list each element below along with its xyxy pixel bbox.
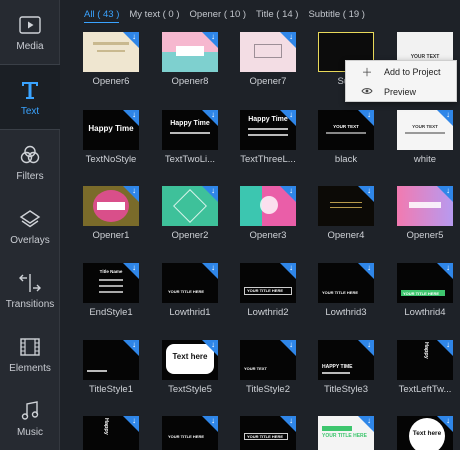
template-card[interactable]: ↓ Opener6 [83,32,139,88]
download-icon: ↓ [211,416,215,425]
template-label: Opener7 [249,76,287,87]
template-label: TextStyle5 [168,384,212,395]
add-to-project-menu-item[interactable]: ＋ Add to Project [346,62,458,82]
download-icon: ↓ [211,32,215,41]
template-card[interactable]: YOUR TITLE HERE ↓ Lowthrid3 [318,263,374,319]
download-icon: ↓ [367,186,371,195]
template-label: Opener1 [92,230,130,241]
template-label: Opener2 [171,230,209,241]
thumbnail-text: YOUR TITLE HERE [247,288,284,293]
download-icon: ↓ [289,32,293,41]
template-label: TextThreeL... [240,154,296,165]
thumbnail-text: Happy [103,418,109,435]
menu-item-label: Preview [384,87,417,97]
thumbnail-text: YOUR TITLE HERE [322,290,359,295]
template-card[interactable]: YOUR TEXT ↓ TitleStyle2 [240,340,296,396]
template-card[interactable]: ↓ Opener8 [162,32,218,88]
download-icon: ↓ [289,416,293,425]
template-card[interactable]: Happy ↓ TextLeftTw... [397,340,453,396]
template-label: Opener5 [406,230,444,241]
download-icon: ↓ [132,186,136,195]
download-icon: ↓ [367,416,371,425]
template-card[interactable]: Title Name ↓ EndStyle1 [83,263,139,319]
thumbnail-text: YOUR TITLE HERE [168,434,205,439]
download-icon: ↓ [211,340,215,349]
template-label: Lowthrid3 [325,307,367,318]
template-card[interactable]: Text here ↓ TextStyle5 [162,340,218,396]
download-icon: ↓ [132,416,136,425]
template-card[interactable]: ↓ Opener4 [318,186,374,242]
template-card[interactable]: YOUR TEXT ↓ black [318,110,374,166]
download-icon: ↓ [211,263,215,272]
download-icon: ↓ [132,110,136,119]
menu-item-label: Add to Project [384,67,441,77]
download-icon: ↓ [446,263,450,272]
template-card[interactable]: ↓ TitleStyle1 [83,340,139,396]
template-label: TextNoStyle [85,154,137,165]
download-icon: ↓ [289,340,293,349]
download-icon: ↓ [446,186,450,195]
template-card[interactable]: Happy ↓ [83,416,139,450]
template-label: TextTwoLi... [164,154,216,165]
template-card[interactable]: Happy Time ↓ TextThreeL... [240,110,296,166]
download-icon: ↓ [132,263,136,272]
template-card[interactable]: HAPPY TIME ↓ TitleStyle3 [318,340,374,396]
template-label: TitleStyle3 [324,384,368,395]
context-menu: ＋ Add to Project Preview [345,60,457,102]
eye-icon [360,86,374,98]
download-icon: ↓ [289,186,293,195]
template-label: TextLeftTw... [398,384,452,395]
template-label: Opener8 [171,76,209,87]
download-icon: ↓ [132,340,136,349]
download-icon: ↓ [446,340,450,349]
template-label: Lowthrid4 [404,307,446,318]
template-label: Lowthrid1 [169,307,211,318]
template-card[interactable]: Happy Time ↓ TextNoStyle [83,110,139,166]
template-label: Opener3 [249,230,287,241]
download-icon: ↓ [446,416,450,425]
thumbnail-text: Happy [423,342,429,359]
thumbnail-text: YOUR TITLE HERE [168,289,205,294]
template-card[interactable]: ↓ Opener5 [397,186,453,242]
thumbnail-text: YOUR TITLE HERE [403,291,440,296]
template-card[interactable]: YOUR TITLE HERE ↓ [240,416,296,450]
template-label: Opener6 [92,76,130,87]
download-icon: ↓ [132,32,136,41]
thumbnail-text: YOUR TEXT [244,366,267,371]
template-card[interactable]: ↓ Opener7 [240,32,296,88]
template-card[interactable]: YOUR TITLE HERE ↓ [318,416,374,450]
download-icon: ↓ [367,110,371,119]
template-label: TitleStyle2 [246,384,290,395]
template-card[interactable]: YOUR TITLE HERE ↓ [162,416,218,450]
download-icon: ↓ [367,263,371,272]
template-card[interactable]: ↓ Opener2 [162,186,218,242]
template-card[interactable]: YOUR TITLE HERE ↓ Lowthrid4 [397,263,453,319]
template-card[interactable]: Text here ↓ [397,416,453,450]
preview-menu-item[interactable]: Preview [346,82,458,102]
template-card[interactable]: Happy Time ↓ TextTwoLi... [162,110,218,166]
download-icon: ↓ [289,263,293,272]
template-label: black [334,154,358,165]
download-icon: ↓ [211,186,215,195]
template-label: Opener4 [327,230,365,241]
thumbnail-text: HAPPY TIME [322,364,353,370]
template-label: Lowthrid2 [247,307,289,318]
thumbnail-text: YOUR TITLE HERE [322,433,368,439]
download-icon: ↓ [446,110,450,119]
download-icon: ↓ [211,110,215,119]
download-icon: ↓ [367,340,371,349]
template-label: EndStyle1 [89,307,133,318]
template-label: TitleStyle1 [89,384,133,395]
thumbnail-text: YOUR TITLE HERE [247,434,284,439]
template-card[interactable]: ↓ Opener3 [240,186,296,242]
template-card[interactable]: YOUR TITLE HERE ↓ Lowthrid2 [240,263,296,319]
template-card[interactable]: YOUR TITLE HERE ↓ Lowthrid1 [162,263,218,319]
plus-icon: ＋ [361,67,373,79]
template-label: white [413,154,437,165]
template-card[interactable]: YOUR TEXT ↓ white [397,110,453,166]
download-icon: ↓ [289,110,293,119]
template-card[interactable]: ↓ Opener1 [83,186,139,242]
